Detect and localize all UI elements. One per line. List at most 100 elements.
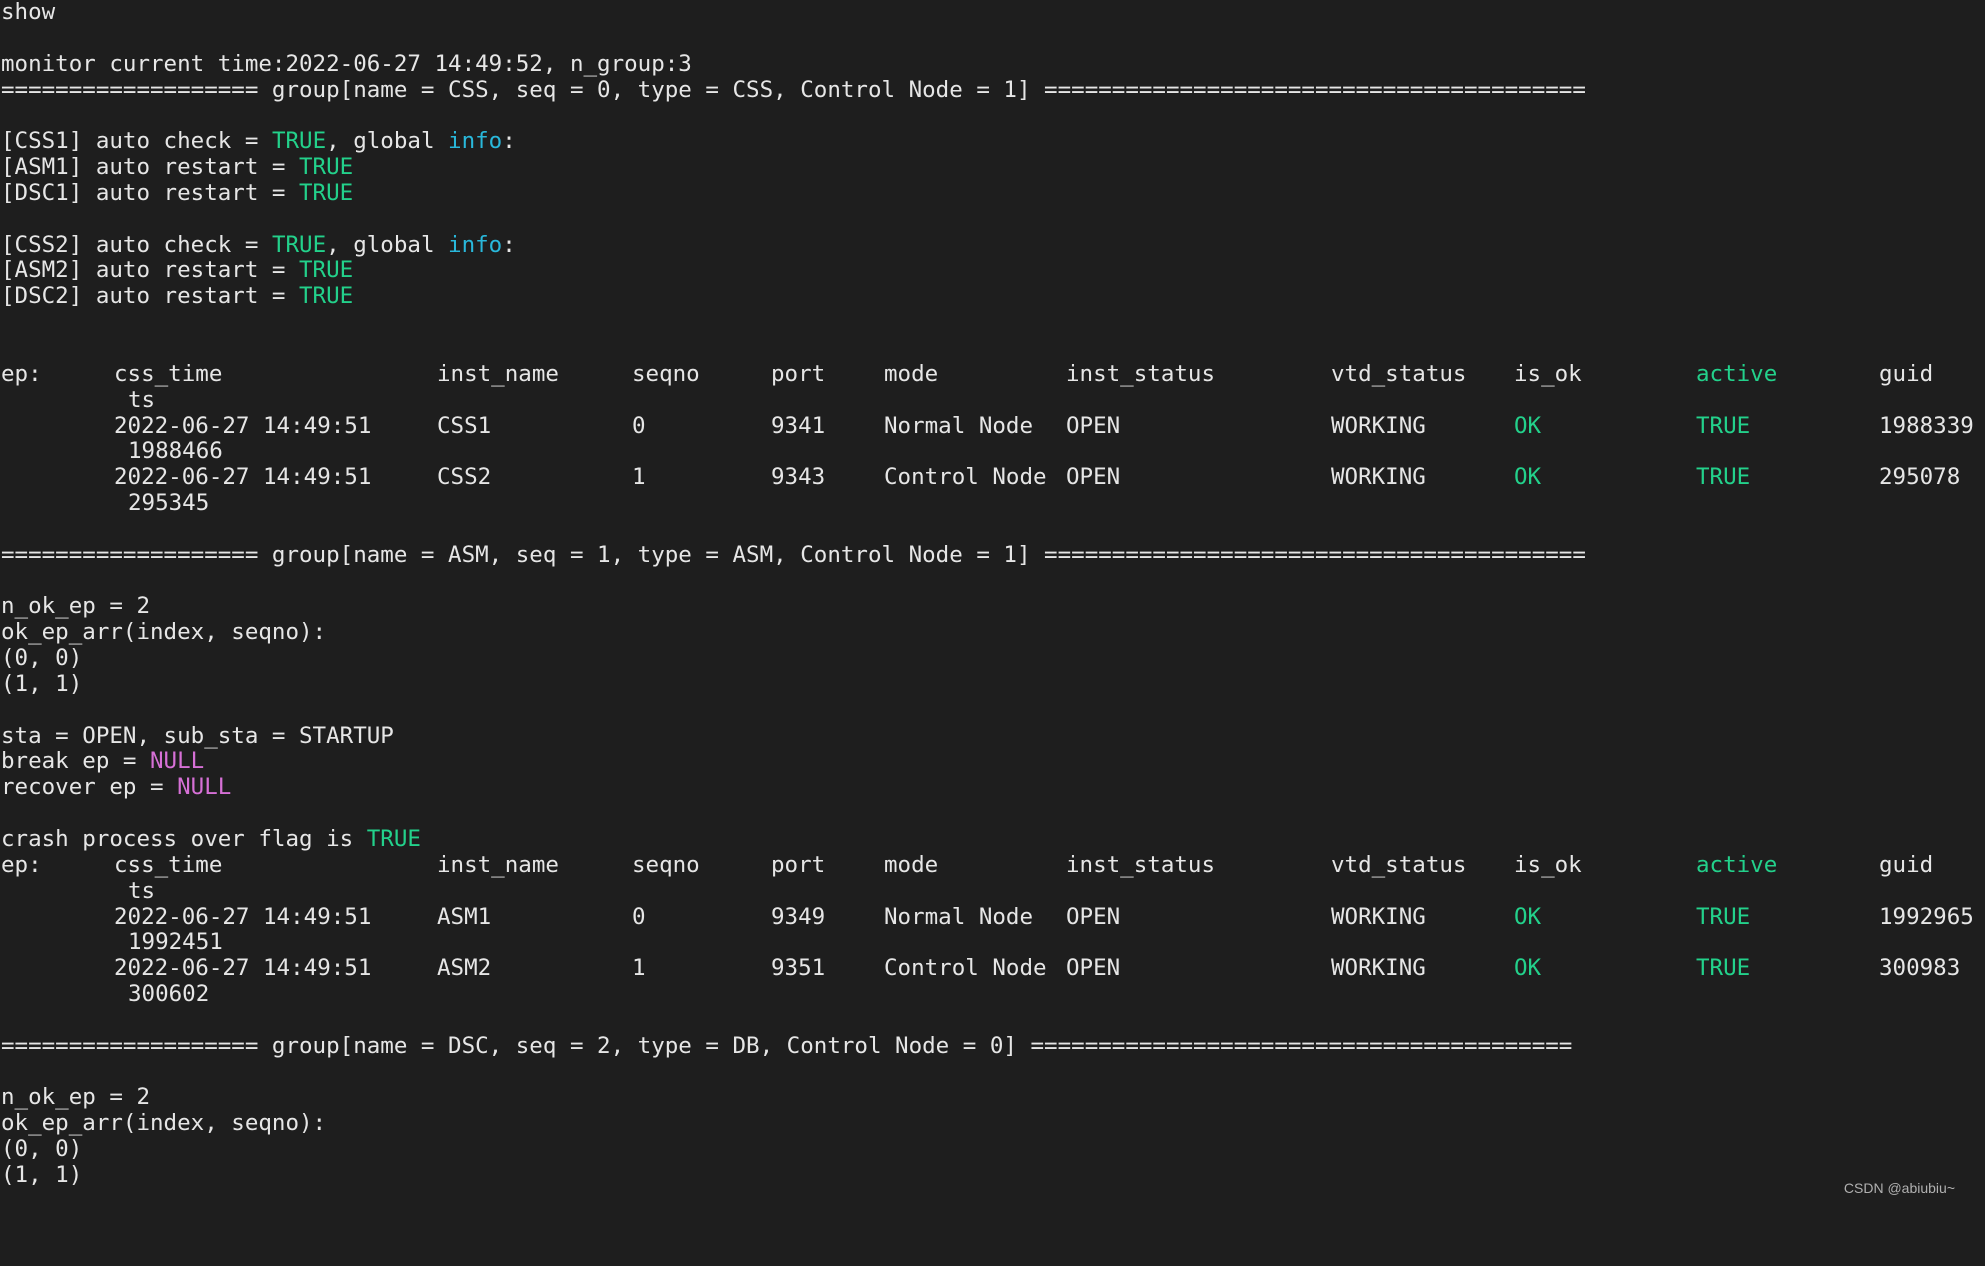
cell-inst-name: CSS1: [437, 412, 492, 439]
n-ok-ep-line: n_ok_ep = 2: [1, 1084, 151, 1111]
table-row: 2022-06-27 14:49:51 ASM1 0 9349 Normal N…: [1, 903, 1985, 931]
label: crash process over flag is: [1, 826, 367, 852]
ep-table-header-ts: ts: [1, 386, 1985, 414]
table-row-ts: 300602: [1, 981, 1985, 1008]
cell-seqno: 0: [632, 903, 646, 930]
group-header-dsc: =================== group[name = DSC, se…: [1, 1032, 1573, 1059]
cell-vtd-status: WORKING: [1331, 412, 1426, 439]
header-ts: ts: [128, 386, 156, 413]
true-value: TRUE: [271, 231, 327, 258]
header-ep: ep:: [1, 360, 42, 387]
info-keyword: info: [448, 128, 503, 155]
monitor-time-line: monitor current time:2022-06-27 14:49:52…: [1, 50, 692, 77]
ep-table-header: ep: css_time inst_name seqno port mode i…: [1, 851, 1985, 879]
command-line: show: [1, 0, 56, 25]
cell-ts: 1992451: [128, 929, 223, 956]
group-header-asm: =================== group[name = ASM, se…: [1, 541, 1586, 568]
cell-is-ok: OK: [1514, 464, 1542, 491]
header-is-ok: is_ok: [1514, 851, 1582, 878]
asm1-auto-restart-line: [ASM1] auto restart = TRUE: [1, 154, 1985, 181]
table-row: 2022-06-27 14:49:51 CSS2 1 9343 Control …: [1, 464, 1985, 491]
header-is-ok: is_ok: [1514, 360, 1582, 387]
cell-inst-status: OPEN: [1066, 955, 1121, 982]
cell-guid: 1988339: [1879, 412, 1974, 439]
header-vtd-status: vtd_status: [1331, 360, 1467, 387]
label: [ASM2] auto restart =: [1, 257, 300, 284]
label: [ASM1] auto restart =: [1, 154, 300, 181]
table-row: 2022-06-27 14:49:51 ASM2 1 9351 Control …: [1, 955, 1985, 982]
css1-auto-check-line: [CSS1] auto check = TRUE, global info:: [1, 128, 1985, 155]
true-value: TRUE: [299, 154, 354, 181]
header-active: active: [1696, 360, 1778, 387]
label: [CSS2] auto check =: [1, 231, 272, 258]
cell-css-time: 2022-06-27 14:49:51: [114, 464, 372, 491]
cell-active: TRUE: [1696, 464, 1751, 491]
cell-inst-name: ASM2: [437, 955, 492, 982]
recover-ep-line: recover ep = NULL: [1, 774, 1985, 801]
header-guid: guid: [1879, 851, 1934, 878]
group-header-css: =================== group[name = CSS, se…: [1, 76, 1586, 103]
null-value: NULL: [150, 748, 205, 775]
true-value: TRUE: [271, 128, 327, 155]
header-seqno: seqno: [632, 360, 700, 387]
header-mode: mode: [884, 360, 939, 387]
ok-ep-arr-item: (0, 0): [1, 1136, 83, 1163]
cell-seqno: 1: [632, 955, 646, 982]
cell-is-ok: OK: [1514, 955, 1542, 982]
cell-css-time: 2022-06-27 14:49:51: [114, 903, 372, 930]
cell-guid: 300983: [1879, 955, 1961, 982]
header-mode: mode: [884, 851, 939, 878]
ok-ep-arr-label: ok_ep_arr(index, seqno):: [1, 1110, 327, 1137]
terminal-output[interactable]: show monitor current time:2022-06-27 14:…: [1, 0, 1985, 1189]
label: [DSC1] auto restart =: [1, 179, 300, 206]
asm2-auto-restart-line: [ASM2] auto restart = TRUE: [1, 258, 1985, 284]
ok-ep-arr-item: (1, 1): [1, 670, 83, 697]
cell-port: 9343: [771, 464, 826, 491]
true-value: TRUE: [299, 257, 354, 284]
cell-is-ok: OK: [1514, 903, 1542, 930]
cell-is-ok: OK: [1514, 412, 1542, 439]
header-ep: ep:: [1, 851, 42, 878]
table-row-ts: 1988466: [1, 438, 1985, 465]
true-value: TRUE: [366, 826, 421, 852]
table-row: 2022-06-27 14:49:51 CSS1 0 9341 Normal N…: [1, 412, 1985, 440]
dsc2-auto-restart-line: [DSC2] auto restart = TRUE: [1, 283, 1985, 310]
label: break ep =: [1, 748, 151, 775]
header-inst-status: inst_status: [1066, 360, 1216, 387]
cell-inst-status: OPEN: [1066, 903, 1121, 930]
cell-guid: 1992965: [1879, 903, 1974, 930]
ok-ep-arr-label: ok_ep_arr(index, seqno):: [1, 619, 327, 646]
header-port: port: [771, 851, 826, 878]
n-ok-ep-line: n_ok_ep = 2: [1, 593, 151, 620]
colon: :: [502, 128, 516, 155]
cell-mode: Normal Node: [884, 903, 1034, 930]
null-value: NULL: [177, 774, 232, 801]
cell-ts: 295345: [128, 490, 210, 517]
header-css-time: css_time: [114, 360, 223, 387]
table-row-ts: 1992451: [1, 930, 1985, 956]
cell-port: 9349: [771, 903, 826, 930]
cell-port: 9351: [771, 955, 826, 982]
dsc1-auto-restart-line: [DSC1] auto restart = TRUE: [1, 179, 1985, 207]
cell-css-time: 2022-06-27 14:49:51: [114, 955, 372, 982]
info-keyword: info: [448, 231, 503, 258]
table-row-ts: 295345: [1, 490, 1985, 517]
cell-seqno: 0: [632, 412, 646, 439]
cell-inst-status: OPEN: [1066, 464, 1121, 491]
cell-mode: Control Node: [884, 464, 1047, 491]
label: , global: [326, 128, 449, 155]
cell-ts: 1988466: [128, 438, 223, 465]
label: , global: [326, 231, 449, 258]
label: recover ep =: [1, 774, 178, 801]
true-value: TRUE: [299, 179, 354, 206]
cell-vtd-status: WORKING: [1331, 955, 1426, 982]
